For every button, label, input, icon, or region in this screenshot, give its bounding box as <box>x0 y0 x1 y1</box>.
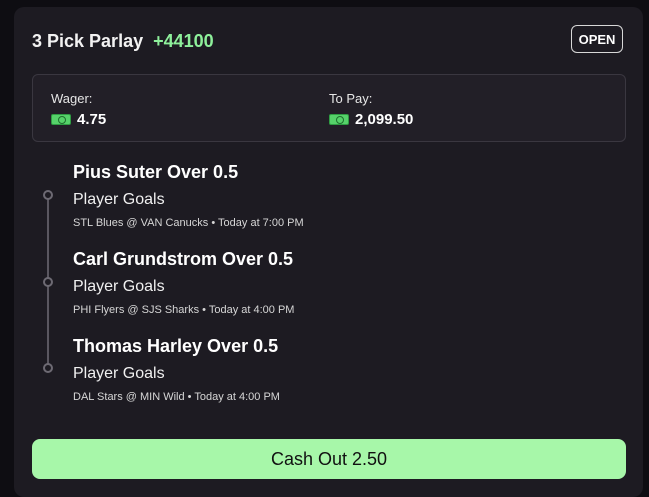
parlay-leg: Thomas Harley Over 0.5 Player Goals DAL … <box>73 336 280 403</box>
bet-card: 3 Pick Parlay +44100 OPEN Wager: 4.75 To… <box>14 7 643 497</box>
timeline-dot-icon <box>43 190 53 200</box>
wager-amount: 4.75 <box>51 111 106 128</box>
cash-icon <box>329 114 349 125</box>
payout-section: To Pay: 2,099.50 <box>329 91 413 128</box>
wager-value: 4.75 <box>77 111 107 128</box>
payout-value: 2,099.50 <box>355 111 414 128</box>
bet-odds: +44100 <box>153 31 214 51</box>
cash-icon <box>51 114 71 125</box>
timeline-dot-icon <box>43 363 53 373</box>
parlay-leg: Carl Grundstrom Over 0.5 Player Goals PH… <box>73 249 294 316</box>
parlay-leg: Pius Suter Over 0.5 Player Goals STL Blu… <box>73 162 304 229</box>
status-badge: OPEN <box>571 25 623 53</box>
payout-amount: 2,099.50 <box>329 111 413 128</box>
leg-title: Carl Grundstrom Over 0.5 <box>73 249 294 269</box>
leg-market: Player Goals <box>73 191 165 208</box>
leg-game-info: PHI Flyers @ SJS Sharks • Today at 4:00 … <box>73 304 295 316</box>
leg-market: Player Goals <box>73 278 165 295</box>
wager-summary: Wager: 4.75 To Pay: 2,099.50 <box>32 74 626 142</box>
cash-out-button[interactable]: Cash Out 2.50 <box>32 439 626 479</box>
wager-label: Wager: <box>51 91 93 106</box>
timeline-dot-icon <box>43 277 53 287</box>
leg-market: Player Goals <box>73 365 165 382</box>
leg-game-info: DAL Stars @ MIN Wild • Today at 4:00 PM <box>73 391 280 403</box>
leg-game-info: STL Blues @ VAN Canucks • Today at 7:00 … <box>73 217 304 229</box>
leg-title: Thomas Harley Over 0.5 <box>73 336 279 356</box>
bet-title: 3 Pick Parlay <box>32 31 144 51</box>
wager-section: Wager: 4.75 <box>51 91 106 128</box>
leg-title: Pius Suter Over 0.5 <box>73 162 239 182</box>
bet-header: 3 Pick Parlay +44100 <box>32 31 214 52</box>
payout-label: To Pay: <box>329 91 373 106</box>
